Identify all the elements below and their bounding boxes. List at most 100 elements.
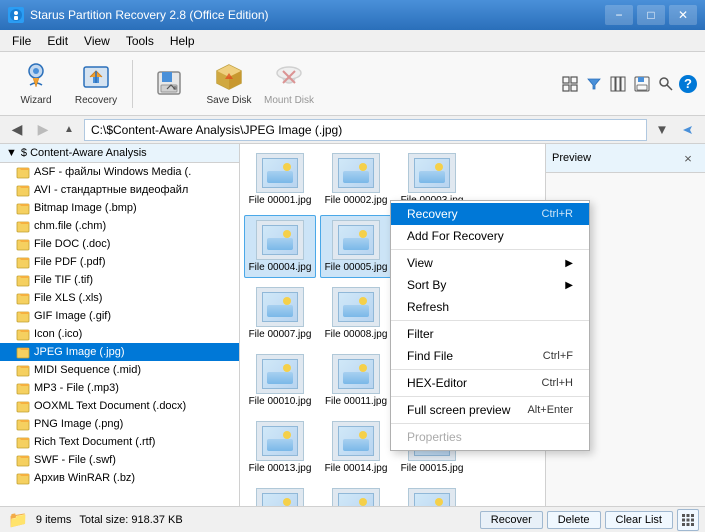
file-item-4[interactable]: File 00005.jpg [320,215,392,278]
close-disk-icon [273,61,305,93]
sidebar-item-12[interactable]: MP3 - File (.mp3) [0,379,239,397]
close-button[interactable]: ✕ [669,5,697,25]
sidebar-item-9[interactable]: Icon (.ico) [0,325,239,343]
sidebar-item-icon-8 [16,309,30,323]
sidebar-item-icon-6 [16,273,30,287]
back-button[interactable]: ◀ [6,119,28,141]
ctx-item-hex-editor[interactable]: HEX-EditorCtrl+H [391,372,589,394]
ctx-item-sort-by[interactable]: Sort By▶ [391,274,589,296]
ctx-item-find-file[interactable]: Find FileCtrl+F [391,345,589,367]
recover-button[interactable]: Recover [480,511,543,529]
sidebar-item-icon-14 [16,417,30,431]
menu-view[interactable]: View [76,32,118,50]
file-name-13: File 00014.jpg [325,463,388,474]
ctx-item-refresh[interactable]: Refresh [391,296,589,318]
ctx-item-label-filter: Filter [407,327,434,341]
sidebar-item-icon-9 [16,327,30,341]
sidebar-item-7[interactable]: File XLS (.xls) [0,289,239,307]
ctx-item-label-recovery: Recovery [407,207,458,221]
recovery-icon [80,61,112,93]
forward-button[interactable]: ▶ [32,119,54,141]
sidebar-item-label-2: Bitmap Image (.bmp) [34,202,137,214]
sidebar-item-icon-15 [16,435,30,449]
address-input[interactable] [84,119,647,141]
sidebar-item-2[interactable]: Bitmap Image (.bmp) [0,199,239,217]
menu-file[interactable]: File [4,32,39,50]
sidebar-item-10[interactable]: JPEG Image (.jpg) [0,343,239,361]
ctx-item-recovery[interactable]: RecoveryCtrl+R [391,203,589,225]
search-button[interactable] [655,73,677,95]
sidebar-item-4[interactable]: File DOC (.doc) [0,235,239,253]
file-name-0: File 00001.jpg [249,195,312,206]
file-name-6: File 00007.jpg [249,329,312,340]
sidebar-item-label-11: MIDI Sequence (.mid) [34,364,141,376]
sidebar-item-14[interactable]: PNG Image (.png) [0,415,239,433]
mount-disk-button[interactable]: Save Disk [201,57,257,111]
file-item-7[interactable]: File 00008.jpg [320,282,392,345]
wizard-button[interactable]: Wizard [8,57,64,111]
file-thumb-15 [256,488,304,506]
file-thumb-6 [256,287,304,327]
title-bar-controls: − □ ✕ [605,5,697,25]
sidebar-item-0[interactable]: ASF - файлы Windows Media (. [0,163,239,181]
file-item-3[interactable]: File 00004.jpg [244,215,316,278]
sidebar-item-17[interactable]: Архив WinRAR (.bz) [0,469,239,487]
minimize-button[interactable]: − [605,5,633,25]
menu-tools[interactable]: Tools [118,32,162,50]
grid-options-button[interactable] [677,509,699,531]
columns-button[interactable] [607,73,629,95]
file-item-9[interactable]: File 00010.jpg [244,349,316,412]
sidebar-item-label-6: File TIF (.tif) [34,274,93,286]
file-thumb-2 [408,153,456,193]
file-item-0[interactable]: File 00001.jpg [244,148,316,211]
help-button[interactable]: ? [679,75,697,93]
sidebar-item-16[interactable]: SWF - File (.swf) [0,451,239,469]
sidebar-item-13[interactable]: OOXML Text Document (.docx) [0,397,239,415]
clear-list-button[interactable]: Clear List [605,511,673,529]
file-image-10 [338,359,374,389]
ctx-item-label-view: View [407,256,433,270]
menu-edit[interactable]: Edit [39,32,76,50]
close-disk-button[interactable]: Mount Disk [261,57,317,111]
menu-help[interactable]: Help [162,32,203,50]
file-item-16[interactable]: File 00017.jpg [320,483,392,506]
recovery-button[interactable]: Recovery [68,57,124,111]
sidebar-item-6[interactable]: File TIF (.tif) [0,271,239,289]
delete-button[interactable]: Delete [547,511,601,529]
ctx-item-filter[interactable]: Filter [391,323,589,345]
collapse-icon[interactable]: ▼ [6,147,17,159]
sidebar-item-5[interactable]: File PDF (.pdf) [0,253,239,271]
maximize-button[interactable]: □ [637,5,665,25]
filter-button[interactable] [583,73,605,95]
file-item-17[interactable]: File 00018.jpg [396,483,468,506]
view-mode-button[interactable] [559,73,581,95]
sidebar-item-11[interactable]: MIDI Sequence (.mid) [0,361,239,379]
file-item-10[interactable]: File 00011.jpg [320,349,392,412]
app-title: Starus Partition Recovery 2.8 (Office Ed… [30,8,269,22]
file-item-15[interactable]: File 00016.jpg [244,483,316,506]
sidebar-item-icon-3 [16,219,30,233]
save-view-button[interactable] [631,73,653,95]
file-item-13[interactable]: File 00014.jpg [320,416,392,479]
ctx-item-view[interactable]: View▶ [391,252,589,274]
save-disk-button[interactable] [141,57,197,111]
file-image-15 [262,493,298,506]
file-item-6[interactable]: File 00007.jpg [244,282,316,345]
ctx-item-add-for-recovery[interactable]: Add For Recovery [391,225,589,247]
sidebar-item-15[interactable]: Rich Text Document (.rtf) [0,433,239,451]
file-item-12[interactable]: File 00013.jpg [244,416,316,479]
title-bar-left: Starus Partition Recovery 2.8 (Office Ed… [8,7,269,23]
sidebar-item-1[interactable]: AVI - стандартные видеофайл [0,181,239,199]
address-go-button[interactable] [677,119,699,141]
address-dropdown-button[interactable]: ▼ [651,119,673,141]
up-button[interactable]: ▲ [58,119,80,141]
folder-icon: 📁 [8,510,28,530]
ctx-separator [391,249,589,250]
file-item-1[interactable]: File 00002.jpg [320,148,392,211]
sidebar-item-3[interactable]: chm.file (.chm) [0,217,239,235]
sidebar-item-icon-7 [16,291,30,305]
mount-disk-label: Save Disk [206,95,251,106]
ctx-item-full-screen-preview[interactable]: Full screen previewAlt+Enter [391,399,589,421]
sidebar-item-8[interactable]: GIF Image (.gif) [0,307,239,325]
preview-close-button[interactable]: × [677,147,699,169]
